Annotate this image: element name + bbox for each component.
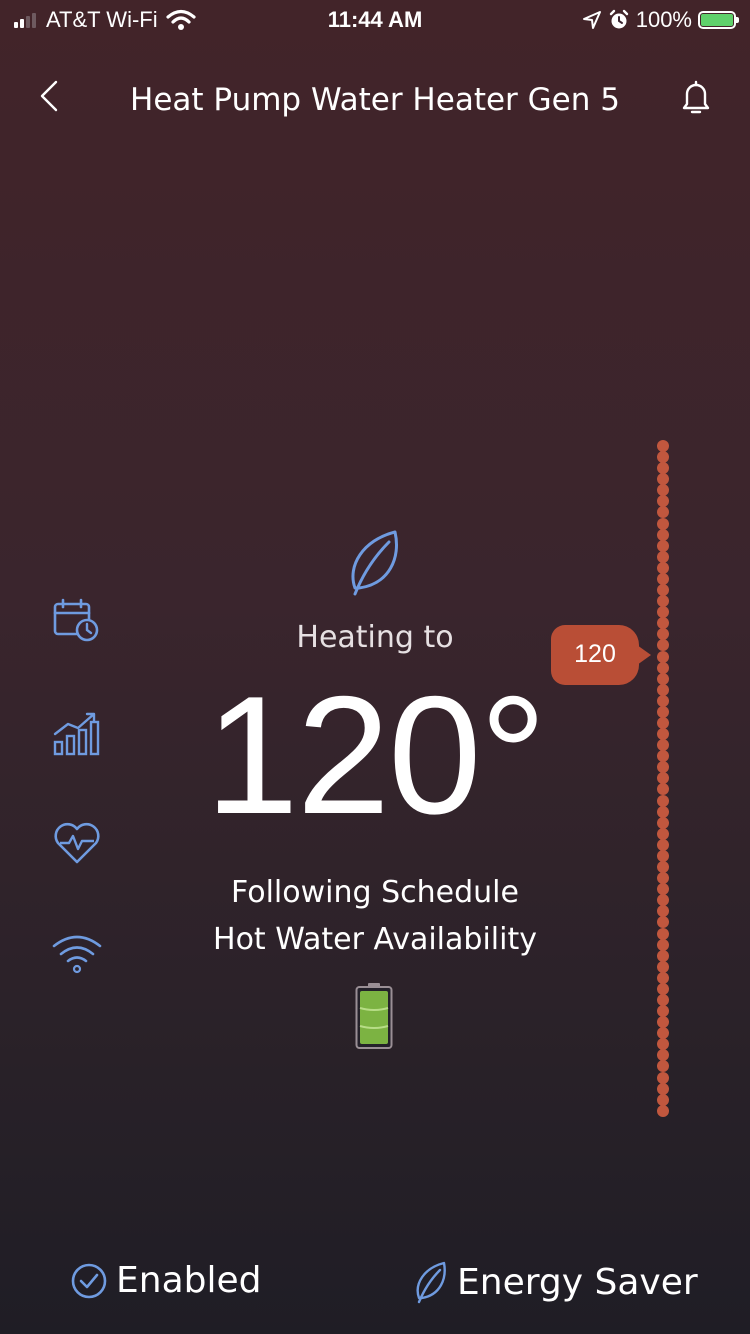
footer: Enabled Energy Saver — [0, 1250, 750, 1320]
location-arrow-icon — [582, 11, 601, 29]
hot-water-level-fill — [360, 991, 388, 1044]
target-temperature: 120° — [205, 661, 546, 849]
header: Heat Pump Water Heater Gen 5 — [0, 60, 750, 140]
availability-text: Hot Water Availability — [213, 922, 537, 957]
slider-dot — [657, 916, 669, 929]
slider-dot — [657, 506, 669, 519]
slider-dot — [657, 672, 669, 685]
enabled-label: Enabled — [116, 1260, 262, 1301]
energy-saver-label: Energy Saver — [457, 1261, 698, 1303]
energy-saver-leaf-icon — [351, 530, 398, 596]
alarm-icon — [609, 9, 628, 29]
slider-dot — [657, 1104, 669, 1117]
page-title: Heat Pump Water Heater Gen 5 — [130, 82, 620, 118]
status-bar: AT&T Wi-Fi 11:44 AM 100% — [0, 0, 750, 40]
slider-dot — [657, 639, 669, 652]
slider-dot — [657, 650, 669, 663]
leaf-icon — [416, 1261, 446, 1304]
slider-dot — [657, 539, 669, 552]
slider-dot — [657, 783, 669, 796]
slider-dot — [657, 1093, 669, 1106]
check-circle-icon — [71, 1263, 107, 1298]
battery-status-icon — [698, 11, 739, 29]
slider-dot — [657, 683, 669, 696]
mode-text: Following Schedule — [231, 875, 519, 910]
status-right: 100% — [582, 7, 739, 33]
slider-dot — [657, 794, 669, 807]
slider-dot — [657, 927, 669, 940]
slider-dot — [657, 816, 669, 829]
notification-bell-icon[interactable] — [676, 76, 716, 120]
slider-dot — [657, 805, 669, 818]
slider-dot — [657, 550, 669, 563]
slider-dot — [657, 517, 669, 530]
slider-dot — [657, 960, 669, 973]
slider-dot — [657, 827, 669, 840]
hot-water-battery-icon — [355, 983, 393, 1049]
setpoint-tag[interactable]: 120 — [551, 624, 651, 685]
slider-dot — [657, 528, 669, 541]
slider-dot — [657, 949, 669, 962]
battery-percent: 100% — [635, 7, 692, 32]
temperature-slider-track[interactable] — [656, 440, 670, 1117]
slider-dot — [657, 1082, 669, 1095]
slider-dot — [657, 1071, 669, 1084]
enabled-status[interactable]: Enabled — [70, 1260, 261, 1301]
slider-dot — [657, 661, 669, 674]
slider-dot — [657, 1060, 669, 1073]
slider-dot — [657, 938, 669, 951]
energy-saver-mode[interactable]: Energy Saver — [413, 1260, 698, 1304]
